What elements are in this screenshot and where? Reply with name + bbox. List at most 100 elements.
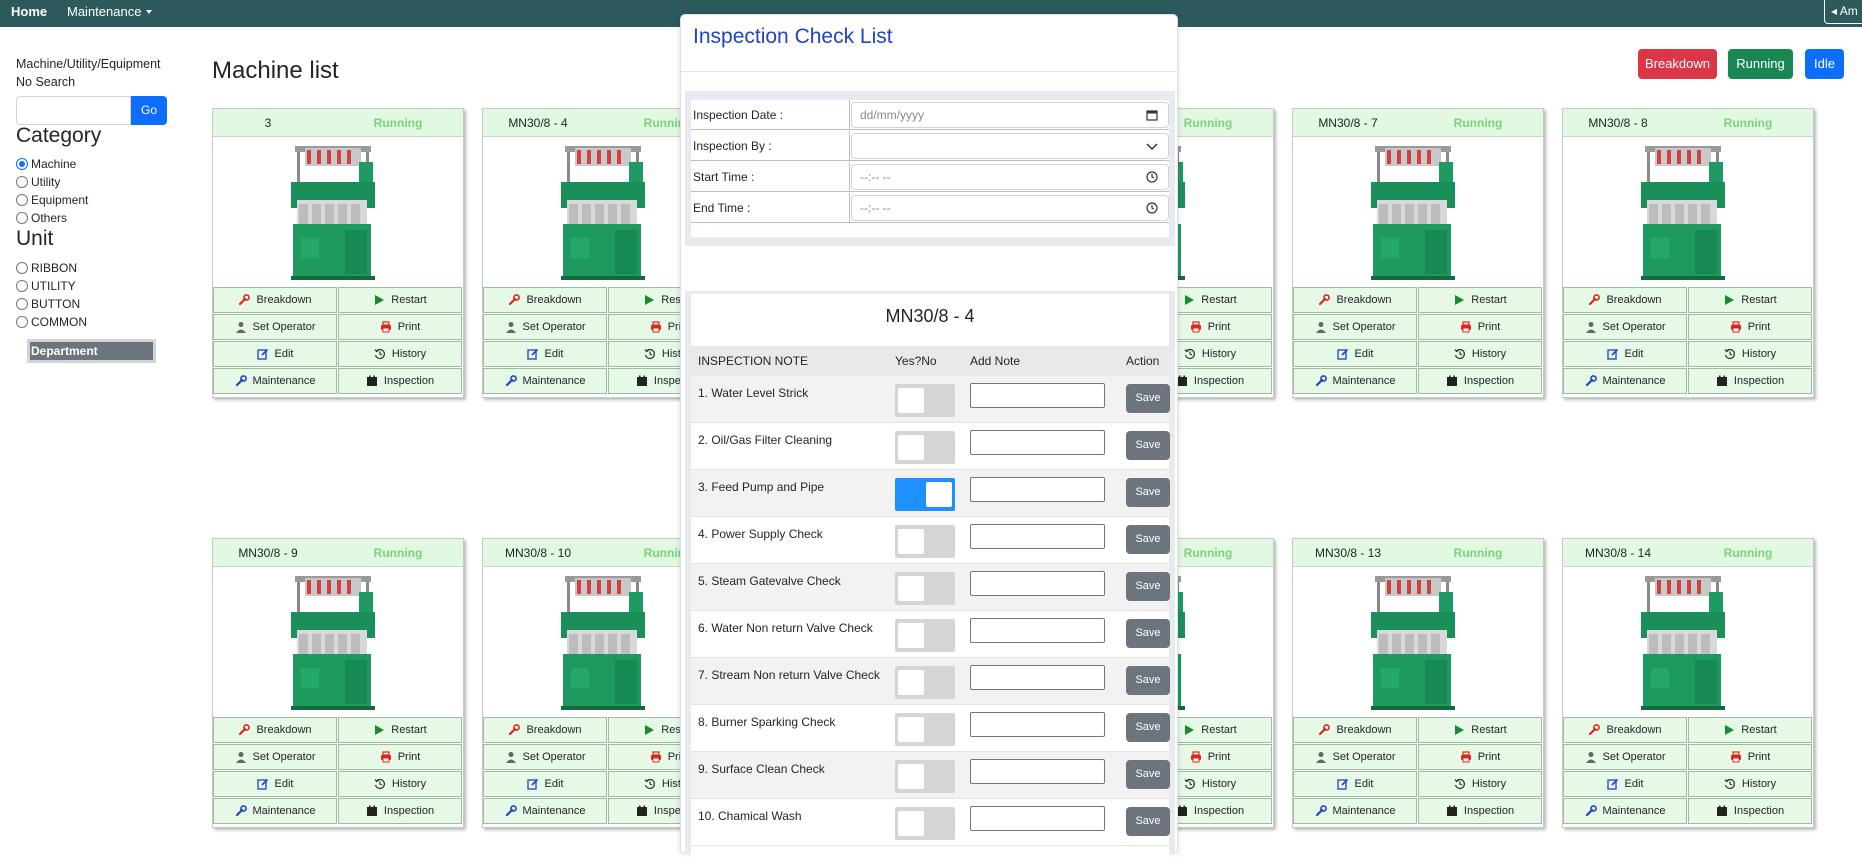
print-button[interactable]: Print — [1418, 744, 1542, 770]
history-button[interactable]: History — [1688, 341, 1812, 367]
inspection-button[interactable]: Inspection — [338, 798, 462, 824]
machine-image[interactable] — [285, 572, 381, 712]
clock-icon[interactable] — [1146, 171, 1158, 183]
machine-image[interactable] — [555, 572, 651, 712]
start-time-field[interactable]: --:-- -- — [851, 164, 1169, 190]
print-button[interactable]: Print — [1688, 744, 1812, 770]
add-note-input[interactable] — [970, 618, 1105, 643]
edit-button[interactable]: Edit — [213, 341, 337, 367]
save-button[interactable]: Save — [1126, 572, 1170, 601]
machine-image[interactable] — [1365, 572, 1461, 712]
maintenance-button[interactable]: Maintenance — [483, 368, 607, 394]
idle-filter-button[interactable]: Idle — [1805, 49, 1844, 79]
machine-image[interactable] — [1635, 572, 1731, 712]
breakdown-button[interactable]: Breakdown — [1293, 287, 1417, 313]
save-button[interactable]: Save — [1126, 760, 1170, 789]
inspection-button[interactable]: Inspection — [1688, 798, 1812, 824]
yes-no-toggle[interactable] — [895, 619, 955, 652]
edit-button[interactable]: Edit — [1293, 771, 1417, 797]
restart-button[interactable]: Restart — [338, 717, 462, 743]
radio-button[interactable] — [16, 158, 28, 170]
print-button[interactable]: Print — [1418, 314, 1542, 340]
breakdown-button[interactable]: Breakdown — [483, 717, 607, 743]
save-button[interactable]: Save — [1126, 478, 1170, 507]
add-note-input[interactable] — [970, 665, 1105, 690]
clock-icon[interactable] — [1146, 202, 1158, 214]
machine-image[interactable] — [1635, 142, 1731, 282]
set-operator-button[interactable]: Set Operator — [1563, 744, 1687, 770]
add-note-input[interactable] — [970, 383, 1105, 408]
category-option-machine[interactable]: Machine — [16, 157, 76, 171]
radio-button[interactable] — [16, 298, 28, 310]
inspection-by-select[interactable] — [851, 133, 1169, 159]
yes-no-toggle[interactable] — [895, 666, 955, 699]
yes-no-toggle[interactable] — [895, 384, 955, 417]
print-button[interactable]: Print — [1688, 314, 1812, 340]
yes-no-toggle[interactable] — [895, 572, 955, 605]
edit-button[interactable]: Edit — [213, 771, 337, 797]
user-menu-button[interactable]: ◂ Am — [1824, 0, 1862, 24]
breakdown-button[interactable]: Breakdown — [213, 287, 337, 313]
edit-button[interactable]: Edit — [1563, 771, 1687, 797]
category-option-others[interactable]: Others — [16, 211, 67, 225]
breakdown-button[interactable]: Breakdown — [1293, 717, 1417, 743]
restart-button[interactable]: Restart — [1688, 717, 1812, 743]
breakdown-filter-button[interactable]: Breakdown — [1638, 49, 1717, 79]
machine-image[interactable] — [285, 142, 381, 282]
unit-option-ribbon[interactable]: RIBBON — [16, 261, 77, 275]
maintenance-button[interactable]: Maintenance — [213, 798, 337, 824]
edit-button[interactable]: Edit — [483, 771, 607, 797]
maintenance-button[interactable]: Maintenance — [213, 368, 337, 394]
add-note-input[interactable] — [970, 430, 1105, 455]
set-operator-button[interactable]: Set Operator — [213, 744, 337, 770]
inspection-date-field[interactable]: dd/mm/yyyy — [851, 102, 1169, 128]
add-note-input[interactable] — [970, 571, 1105, 596]
radio-button[interactable] — [16, 262, 28, 274]
add-note-input[interactable] — [970, 759, 1105, 784]
radio-button[interactable] — [16, 194, 28, 206]
yes-no-toggle[interactable] — [895, 478, 955, 511]
restart-button[interactable]: Restart — [1688, 287, 1812, 313]
restart-button[interactable]: Restart — [338, 287, 462, 313]
machine-image[interactable] — [1365, 142, 1461, 282]
save-button[interactable]: Save — [1126, 713, 1170, 742]
edit-button[interactable]: Edit — [1293, 341, 1417, 367]
breakdown-button[interactable]: Breakdown — [1563, 717, 1687, 743]
save-button[interactable]: Save — [1126, 525, 1170, 554]
add-note-input[interactable] — [970, 477, 1105, 502]
category-option-equipment[interactable]: Equipment — [16, 193, 88, 207]
yes-no-toggle[interactable] — [895, 760, 955, 793]
unit-option-utility[interactable]: UTILITY — [16, 279, 76, 293]
maintenance-button[interactable]: Maintenance — [1563, 368, 1687, 394]
print-button[interactable]: Print — [338, 314, 462, 340]
breakdown-button[interactable]: Breakdown — [1563, 287, 1687, 313]
unit-option-button[interactable]: BUTTON — [16, 297, 80, 311]
maintenance-button[interactable]: Maintenance — [483, 798, 607, 824]
set-operator-button[interactable]: Set Operator — [1563, 314, 1687, 340]
edit-button[interactable]: Edit — [483, 341, 607, 367]
maintenance-button[interactable]: Maintenance — [1293, 368, 1417, 394]
restart-button[interactable]: Restart — [1418, 287, 1542, 313]
save-button[interactable]: Save — [1126, 431, 1170, 460]
save-button[interactable]: Save — [1126, 807, 1170, 836]
radio-button[interactable] — [16, 212, 28, 224]
yes-no-toggle[interactable] — [895, 713, 955, 746]
inspection-button[interactable]: Inspection — [338, 368, 462, 394]
print-button[interactable]: Print — [338, 744, 462, 770]
history-button[interactable]: History — [1418, 341, 1542, 367]
add-note-input[interactable] — [970, 806, 1105, 831]
set-operator-button[interactable]: Set Operator — [213, 314, 337, 340]
category-option-utility[interactable]: Utility — [16, 175, 60, 189]
history-button[interactable]: History — [1418, 771, 1542, 797]
add-note-input[interactable] — [970, 712, 1105, 737]
running-filter-button[interactable]: Running — [1728, 49, 1793, 79]
unit-option-common[interactable]: COMMON — [16, 315, 87, 329]
yes-no-toggle[interactable] — [895, 431, 955, 464]
yes-no-toggle[interactable] — [895, 525, 955, 558]
machine-image[interactable] — [555, 142, 651, 282]
inspection-button[interactable]: Inspection — [1418, 798, 1542, 824]
set-operator-button[interactable]: Set Operator — [483, 744, 607, 770]
set-operator-button[interactable]: Set Operator — [1293, 744, 1417, 770]
radio-button[interactable] — [16, 316, 28, 328]
history-button[interactable]: History — [1688, 771, 1812, 797]
